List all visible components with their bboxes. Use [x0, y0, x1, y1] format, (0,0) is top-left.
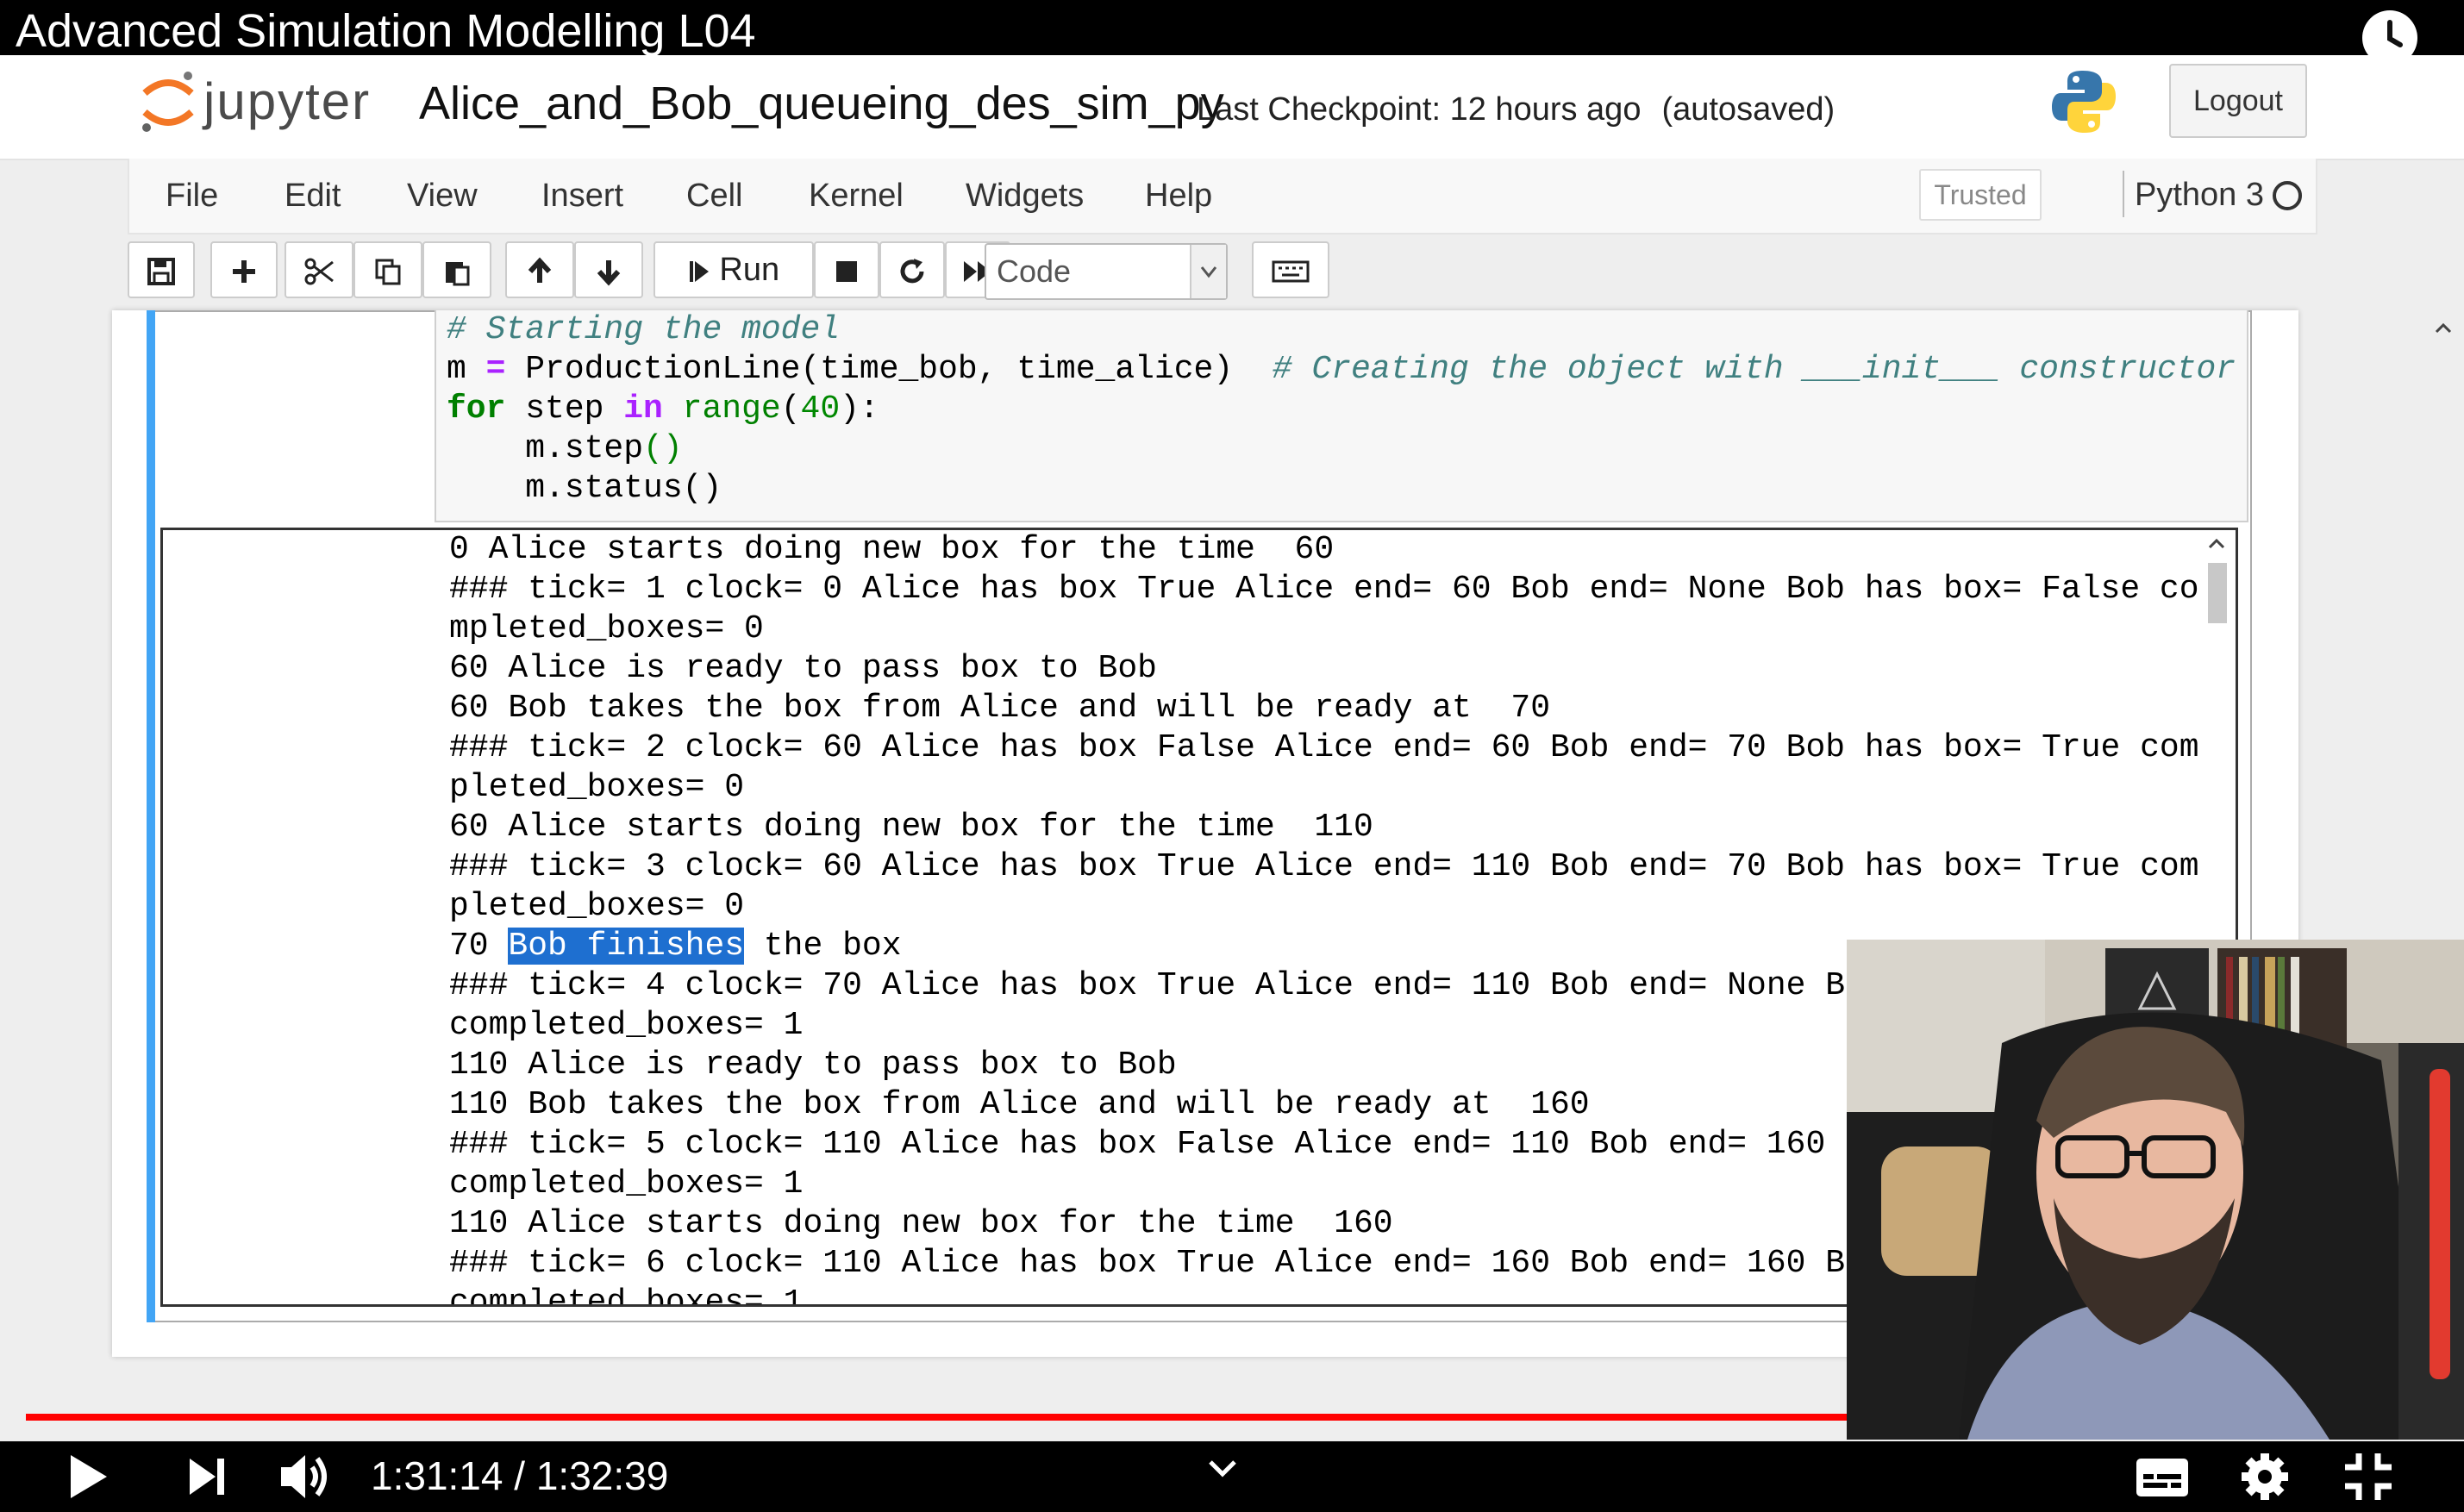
- output-line: ### tick= 2 clock= 60 Alice has box Fals…: [449, 729, 2199, 766]
- output-line: 60 Alice is ready to pass box to Bob: [449, 650, 1157, 687]
- cut-button[interactable]: [285, 241, 353, 298]
- jupyter-header: jupyter Alice_and_Bob_queueing_des_sim_p…: [0, 55, 2464, 160]
- output-scrollbar-thumb[interactable]: [2208, 563, 2227, 623]
- play-icon[interactable]: [66, 1452, 110, 1506]
- restart-button[interactable]: [879, 241, 945, 298]
- run-icon: [689, 260, 709, 282]
- scroll-up-arrow-icon[interactable]: [2204, 534, 2229, 554]
- python-logo-icon: [2050, 67, 2117, 136]
- scissors-icon: [304, 258, 334, 285]
- output-line: 60 Bob takes the box from Alice and will…: [449, 690, 1551, 727]
- page-scroll-up-icon[interactable]: [2433, 316, 2454, 343]
- jupyter-logo-text[interactable]: jupyter: [203, 67, 371, 136]
- command-palette-button[interactable]: [1252, 241, 1329, 298]
- output-line-suffix: the box: [744, 928, 902, 965]
- jupyter-logo-icon[interactable]: [138, 67, 198, 136]
- selected-cell-indicator: [147, 310, 155, 1322]
- paste-button[interactable]: [422, 241, 491, 298]
- output-line: 110 Alice starts doing new box for the t…: [449, 1205, 1393, 1242]
- subtitles-icon[interactable]: [2135, 1455, 2190, 1504]
- save-button[interactable]: [128, 241, 195, 298]
- output-line: ### tick= 6 clock= 110 Alice has box Tru…: [449, 1245, 1865, 1282]
- current-time: 1:31:14: [371, 1453, 503, 1498]
- menu-file[interactable]: File: [166, 159, 218, 233]
- menu-view[interactable]: View: [407, 159, 478, 233]
- restart-icon: [900, 258, 924, 284]
- volume-icon[interactable]: [278, 1450, 336, 1508]
- menu-edit[interactable]: Edit: [285, 159, 341, 233]
- copy-icon: [375, 259, 401, 285]
- output-line: ### tick= 4 clock= 70 Alice has box True…: [449, 967, 1865, 1004]
- output-line: 110 Alice is ready to pass box to Bob: [449, 1047, 1177, 1084]
- save-icon: [147, 257, 175, 285]
- chevron-down-icon[interactable]: [1204, 1457, 1241, 1485]
- code-line-2: m = ProductionLine(time_bob, time_alice)…: [447, 351, 2236, 388]
- interrupt-button[interactable]: [814, 241, 879, 298]
- exit-fullscreen-icon[interactable]: [2342, 1450, 2395, 1508]
- cell-type-value: Code: [997, 253, 1072, 289]
- video-title[interactable]: Advanced Simulation Modelling L04: [16, 5, 756, 57]
- presenter-webcam: [1847, 940, 2464, 1440]
- settings-icon[interactable]: [2238, 1450, 2292, 1508]
- output-line: completed_boxes= 1: [449, 1165, 804, 1203]
- output-line: pleted_boxes= 0: [449, 769, 745, 806]
- menu-widgets[interactable]: Widgets: [966, 159, 1084, 233]
- move-down-button[interactable]: [574, 241, 643, 298]
- menu-cell[interactable]: Cell: [686, 159, 742, 233]
- trusted-badge[interactable]: Trusted: [1919, 169, 2042, 221]
- logout-button[interactable]: Logout: [2169, 64, 2307, 138]
- output-line: ### tick= 5 clock= 110 Alice has box Fal…: [449, 1126, 1865, 1163]
- move-up-button[interactable]: [505, 241, 574, 298]
- copy-button[interactable]: [353, 241, 422, 298]
- highlighted-selection: Bob finishes: [508, 928, 745, 965]
- cell-type-select[interactable]: Code: [985, 243, 1228, 300]
- chevron-down-icon: [1190, 245, 1226, 298]
- checkpoint-status: Last Checkpoint: 12 hours ago (autosaved): [1197, 79, 1835, 140]
- cell-code[interactable]: # Starting the model m = ProductionLine(…: [447, 310, 2236, 509]
- video-title-bar: Advanced Simulation Modelling L04: [0, 0, 2464, 57]
- run-button[interactable]: Run: [654, 241, 814, 298]
- insert-cell-button[interactable]: [210, 241, 278, 298]
- kernel-separator: [2123, 171, 2124, 217]
- kernel-idle-indicator: [2273, 181, 2302, 210]
- clock-icon[interactable]: [2362, 10, 2417, 66]
- checkpoint-text: Last Checkpoint: 12 hours ago: [1197, 91, 1642, 128]
- plus-icon: [233, 259, 255, 283]
- code-line-5: m.status(): [447, 470, 722, 507]
- menu-insert[interactable]: Insert: [541, 159, 623, 233]
- output-line: completed_boxes= 1: [449, 1007, 804, 1044]
- run-label: Run: [719, 252, 780, 288]
- stop-icon: [836, 260, 857, 282]
- duration: 1:32:39: [535, 1453, 669, 1498]
- autosaved-text: (autosaved): [1661, 91, 1835, 128]
- next-icon[interactable]: [186, 1455, 228, 1503]
- output-line: 0 Alice starts doing new box for the tim…: [449, 531, 1335, 568]
- output-line: 110 Bob takes the box from Alice and wil…: [449, 1086, 1590, 1123]
- arrow-down-icon: [597, 259, 621, 286]
- output-line: completed_boxes= 1: [449, 1284, 804, 1307]
- code-line-3: for step in range(40):: [447, 390, 879, 428]
- output-line-prefix: 70: [449, 928, 509, 965]
- menu-help[interactable]: Help: [1145, 159, 1212, 233]
- output-line: pleted_boxes= 0: [449, 888, 745, 925]
- output-line: 60 Alice starts doing new box for the ti…: [449, 809, 1373, 846]
- keyboard-icon: [1272, 260, 1310, 283]
- time-separator: /: [514, 1453, 526, 1498]
- arrow-up-icon: [528, 257, 552, 283]
- video-timecode: 1:31:14 / 1:32:39: [371, 1452, 668, 1500]
- code-line-1: # Starting the model: [447, 311, 841, 348]
- menu-kernel[interactable]: Kernel: [809, 159, 904, 233]
- kernel-name[interactable]: Python 3: [2135, 169, 2264, 221]
- paste-icon: [446, 261, 470, 286]
- code-line-4: m.step(): [447, 430, 683, 467]
- notebook-title[interactable]: Alice_and_Bob_queueing_des_sim_py: [419, 69, 1224, 138]
- output-line: ### tick= 1 clock= 0 Alice has box True …: [449, 571, 2199, 608]
- output-line: ### tick= 3 clock= 60 Alice has box True…: [449, 848, 2199, 885]
- output-line: mpleted_boxes= 0: [449, 610, 764, 647]
